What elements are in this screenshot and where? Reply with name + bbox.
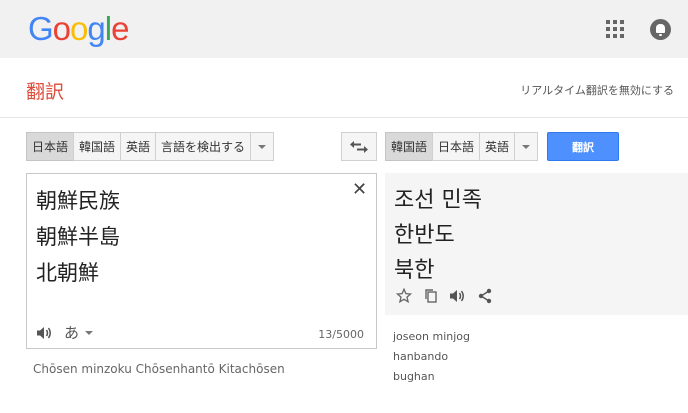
target-lang-japanese[interactable]: 日本語	[432, 132, 480, 161]
chevron-down-icon	[258, 144, 267, 149]
source-lang-english[interactable]: 英語	[120, 132, 156, 161]
share-icon[interactable]	[476, 287, 493, 304]
chevron-down-icon	[522, 144, 531, 149]
apps-grid-icon[interactable]	[606, 20, 624, 38]
bell-icon[interactable]	[650, 19, 671, 40]
source-language-bar: 日本語 韓国語 英語 言語を検出する	[26, 132, 275, 161]
source-line: 北朝鮮	[36, 261, 99, 285]
logo-letter: e	[111, 10, 129, 47]
logo-letter: G	[28, 10, 54, 47]
logo-letter: o	[70, 10, 88, 47]
title-bar: 翻訳 リアルタイム翻訳を無効にする	[0, 58, 688, 118]
romanization-line: hanbando	[393, 350, 449, 363]
target-lang-english[interactable]: 英語	[479, 132, 515, 161]
target-lang-dropdown[interactable]	[514, 132, 539, 161]
source-tools: あ	[37, 322, 94, 343]
source-input[interactable]: 朝鮮民族 朝鮮半島 北朝鮮 ✕ あ 13/5000	[26, 173, 377, 349]
top-bar: Google	[0, 0, 688, 58]
source-line: 朝鮮半島	[36, 225, 120, 249]
speaker-icon[interactable]	[37, 326, 53, 340]
disable-realtime-link[interactable]: リアルタイム翻訳を無効にする	[520, 82, 674, 98]
target-language-bar: 韓国語 日本語 英語	[385, 132, 539, 161]
google-logo[interactable]: Google	[28, 10, 129, 48]
copy-icon[interactable]	[422, 287, 439, 304]
translation-result: 조선 민족 한반도 북한	[385, 173, 688, 315]
romanization-line: joseon minjog	[393, 330, 470, 343]
source-line: 朝鮮民族	[36, 189, 120, 213]
character-count: 13/5000	[318, 328, 364, 341]
star-icon[interactable]	[395, 287, 412, 304]
logo-letter: g	[87, 10, 105, 47]
translate-button[interactable]: 翻訳	[547, 132, 619, 161]
source-lang-japanese[interactable]: 日本語	[26, 132, 74, 161]
source-lang-korean[interactable]: 韓国語	[73, 132, 121, 161]
swap-arrows-icon	[350, 140, 368, 153]
swap-languages-button[interactable]	[341, 132, 377, 161]
result-tools	[395, 287, 493, 304]
result-romanization: joseon minjog hanbando bughan	[393, 327, 470, 387]
logo-letter: o	[52, 10, 71, 47]
romanization-line: bughan	[393, 370, 435, 383]
source-text[interactable]: 朝鮮民族 朝鮮半島 北朝鮮	[36, 183, 120, 291]
speaker-icon[interactable]	[449, 287, 466, 304]
clear-icon[interactable]: ✕	[352, 179, 367, 200]
source-lang-dropdown[interactable]	[250, 132, 275, 161]
source-romanization: Chōsen minzoku Chōsenhantō Kitachōsen	[33, 362, 285, 376]
source-lang-detect[interactable]: 言語を検出する	[155, 132, 251, 161]
result-line: 북한	[394, 258, 435, 283]
target-lang-korean[interactable]: 韓国語	[385, 132, 433, 161]
result-line: 조선 민족	[394, 188, 482, 213]
chevron-down-icon[interactable]	[85, 330, 94, 335]
page-title: 翻訳	[26, 81, 65, 103]
result-line: 한반도	[394, 223, 455, 248]
input-tools-button[interactable]: あ	[64, 322, 79, 343]
result-text: 조선 민족 한반도 북한	[394, 183, 482, 288]
